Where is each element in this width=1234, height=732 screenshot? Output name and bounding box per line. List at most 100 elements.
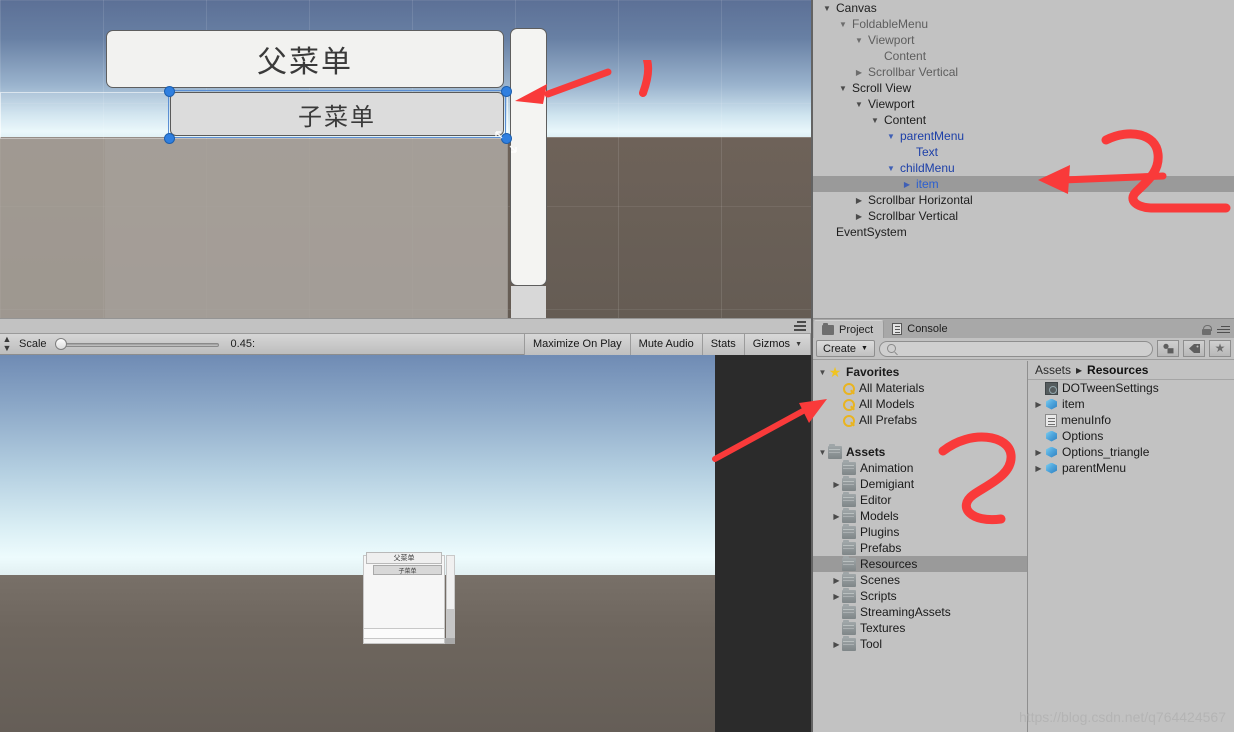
asset-label: item: [1062, 397, 1085, 411]
search-field[interactable]: [900, 342, 1145, 355]
chevron-right-icon[interactable]: ▶: [1032, 464, 1045, 473]
hierarchy-row-viewport[interactable]: ▼ Viewport: [813, 32, 1234, 48]
project-tree-row-resources[interactable]: Resources: [813, 555, 1027, 572]
favorites-filter-icon[interactable]: ★: [1209, 340, 1231, 357]
project-tree-row-models[interactable]: ▶ Models: [813, 507, 1027, 524]
hierarchy-row-foldablemenu[interactable]: ▼ FoldableMenu: [813, 16, 1234, 32]
project-tree-row-all-models[interactable]: All Models: [813, 396, 1027, 412]
panel-menu-icon[interactable]: [1215, 325, 1230, 335]
hierarchy-row-content[interactable]: ▼ Content: [813, 112, 1234, 128]
hierarchy-row-content[interactable]: Content: [813, 48, 1234, 64]
scale-slider[interactable]: [54, 338, 219, 350]
filter-by-type-icon[interactable]: [1157, 340, 1179, 357]
chevron-right-icon[interactable]: ▶: [831, 576, 842, 585]
project-tree-row-plugins[interactable]: Plugins: [813, 523, 1027, 540]
hierarchy-row-childmenu[interactable]: ▼ childMenu: [813, 160, 1234, 176]
game-view-options-icon[interactable]: [790, 320, 806, 332]
chevron-down-icon[interactable]: ▼: [853, 36, 865, 45]
lock-icon[interactable]: [1202, 325, 1212, 335]
game-view[interactable]: [0, 355, 811, 732]
breadcrumb-current: Resources: [1087, 363, 1149, 377]
chevron-right-icon[interactable]: ▶: [853, 196, 865, 205]
breadcrumb-root[interactable]: Assets: [1035, 363, 1071, 377]
chevron-down-icon[interactable]: ▼: [837, 20, 849, 29]
chevron-right-icon[interactable]: ▶: [853, 212, 865, 221]
hierarchy-row-text[interactable]: Text: [813, 144, 1234, 160]
chevron-down-icon[interactable]: ▼: [837, 84, 849, 93]
chevron-right-icon[interactable]: ▶: [831, 592, 842, 601]
tab-project[interactable]: Project: [813, 320, 885, 338]
game-parent-menu-button[interactable]: 父菜单: [366, 552, 442, 564]
scene-parent-menu-button[interactable]: 父菜单: [106, 30, 504, 88]
hierarchy-row-scroll-view[interactable]: ▼ Scroll View: [813, 80, 1234, 96]
create-button[interactable]: Create ▼: [816, 340, 875, 357]
chevron-right-icon[interactable]: ▶: [1032, 448, 1045, 457]
search-input[interactable]: [878, 340, 1153, 357]
chevron-down-icon[interactable]: ▼: [885, 164, 897, 173]
hierarchy-row-viewport[interactable]: ▼ Viewport: [813, 96, 1234, 112]
project-tree-row-prefabs[interactable]: Prefabs: [813, 539, 1027, 556]
chevron-down-icon[interactable]: ▼: [869, 116, 881, 125]
stats-button[interactable]: Stats: [701, 333, 744, 355]
tab-console[interactable]: Console: [884, 320, 957, 338]
scene-scrollbar-vertical[interactable]: [510, 28, 547, 286]
asset-row-dotweensettings[interactable]: DOTweenSettings: [1028, 380, 1234, 396]
chevron-down-icon: ▼: [795, 340, 802, 348]
rect-handle-top-left[interactable]: [164, 86, 175, 97]
hierarchy-row-scrollbar-vertical[interactable]: ▶ Scrollbar Vertical: [813, 208, 1234, 224]
rect-handle-top-right[interactable]: [501, 86, 512, 97]
chevron-down-icon[interactable]: ▼: [817, 368, 828, 377]
project-folder-tree[interactable]: ▼ ★ Favorites All Materials All Models All…: [813, 361, 1028, 732]
mute-audio-button[interactable]: Mute Audio: [629, 333, 702, 355]
chevron-down-icon[interactable]: ▼: [853, 100, 865, 109]
chevron-down-icon[interactable]: ▼: [817, 448, 828, 457]
project-tree-row-scenes[interactable]: ▶ Scenes: [813, 571, 1027, 588]
chevron-right-icon[interactable]: ▶: [831, 512, 842, 521]
project-asset-list[interactable]: Assets ▸ Resources DOTweenSettings ▶ item …: [712, 361, 1234, 732]
project-tree-row-editor[interactable]: Editor: [813, 491, 1027, 508]
hierarchy-row-item[interactable]: ▶ item: [813, 176, 1234, 192]
chevron-down-icon[interactable]: ▼: [885, 132, 897, 141]
scale-slider-knob[interactable]: [54, 338, 67, 350]
asset-row-options_triangle[interactable]: ▶ Options_triangle: [1028, 444, 1234, 460]
scene-view[interactable]: 父菜单 子菜单: [0, 0, 811, 318]
hierarchy-row-scrollbar-vertical[interactable]: ▶ Scrollbar Vertical: [813, 64, 1234, 80]
chevron-right-icon[interactable]: ▶: [853, 68, 865, 77]
project-tree-row-assets[interactable]: ▼ Assets: [813, 443, 1027, 460]
project-tree-row-streamingassets[interactable]: StreamingAssets: [813, 603, 1027, 620]
chevron-right-icon[interactable]: ▶: [1032, 400, 1045, 409]
project-tree-row-tool[interactable]: ▶ Tool: [813, 635, 1027, 652]
project-tree-row-scripts[interactable]: ▶ Scripts: [813, 587, 1027, 604]
scene-scrollbar-thumb[interactable]: [511, 286, 546, 318]
project-tree-row-favorites[interactable]: ▼ ★ Favorites: [813, 364, 1027, 380]
hierarchy-row-parentmenu[interactable]: ▼ parentMenu: [813, 128, 1234, 144]
chevron-right-icon[interactable]: ▶: [831, 480, 842, 489]
hierarchy-panel[interactable]: ▼ Canvas ▼ FoldableMenu ▼ Viewport Content ▶ Sc…: [813, 0, 1234, 318]
project-tree-row-textures[interactable]: Textures: [813, 619, 1027, 636]
game-scrollbar-thumb[interactable]: [446, 609, 455, 638]
project-tree-row-all-materials[interactable]: All Materials: [813, 380, 1027, 396]
asset-row-parentmenu[interactable]: ▶ parentMenu: [1028, 460, 1234, 476]
no-chevron: [831, 464, 842, 473]
project-panel[interactable]: Project Console Create ▼ ★ ▼ ★ Favorites…: [712, 318, 1234, 732]
tab-console-label: Console: [907, 323, 948, 335]
chevron-right-icon[interactable]: ▶: [901, 180, 913, 189]
chevron-right-icon[interactable]: ▶: [831, 640, 842, 649]
project-tree-row-animation[interactable]: Animation: [813, 459, 1027, 476]
rect-handle-bottom-right[interactable]: [501, 133, 512, 144]
rect-handle-bottom-left[interactable]: [164, 133, 175, 144]
asset-row-menuinfo[interactable]: menuInfo: [1028, 412, 1234, 428]
game-child-menu-button[interactable]: 子菜单: [373, 565, 442, 575]
scale-stepper[interactable]: ▲ ▼: [0, 335, 14, 353]
chevron-down-icon[interactable]: ▼: [821, 4, 833, 13]
hierarchy-row-eventsystem[interactable]: EventSystem: [813, 224, 1234, 240]
project-tree-row-demigiant[interactable]: ▶ Demigiant: [813, 475, 1027, 492]
hierarchy-row-scrollbar-horizontal[interactable]: ▶ Scrollbar Horizontal: [813, 192, 1234, 208]
filter-by-label-icon[interactable]: [1183, 340, 1205, 357]
maximize-on-play-button[interactable]: Maximize On Play: [524, 333, 630, 355]
project-tree-row-all-prefabs[interactable]: All Prefabs: [813, 412, 1027, 428]
asset-row-item[interactable]: ▶ item: [1028, 396, 1234, 412]
hierarchy-row-canvas[interactable]: ▼ Canvas: [813, 0, 1234, 16]
gizmos-button[interactable]: Gizmos ▼: [743, 333, 811, 355]
asset-row-options[interactable]: Options: [1028, 428, 1234, 444]
